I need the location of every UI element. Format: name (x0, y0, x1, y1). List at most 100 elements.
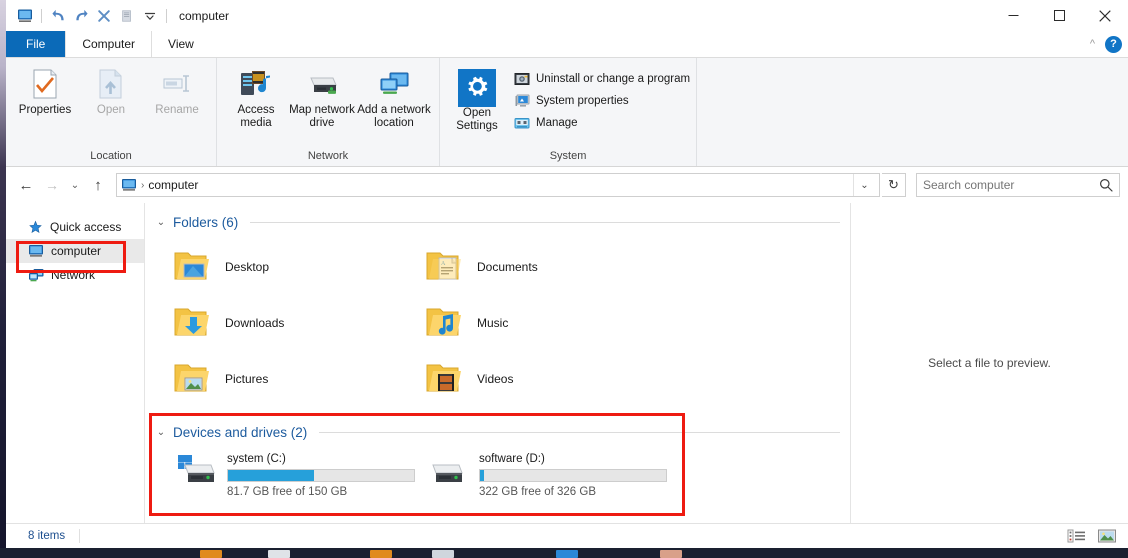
window-controls (990, 0, 1128, 31)
properties-button[interactable]: Properties (12, 63, 78, 117)
rename-button-label: Rename (155, 104, 198, 117)
map-network-drive-icon (304, 67, 340, 101)
address-dropdown-icon[interactable]: ⌄ (853, 174, 875, 196)
recent-locations-button[interactable]: ⌄ (66, 173, 84, 197)
access-media-button[interactable]: Access media (223, 63, 289, 130)
open-icon (96, 67, 126, 101)
open-button[interactable]: Open (78, 63, 144, 117)
preview-message: Select a file to preview. (928, 356, 1051, 370)
list-item-videos[interactable]: Videos (407, 351, 659, 407)
list-item-desktop[interactable]: Desktop (155, 239, 407, 295)
uninstall-program-button[interactable]: Uninstall or change a program (514, 71, 690, 87)
rename-button[interactable]: Rename (144, 63, 210, 117)
open-settings-button[interactable]: Open Settings (446, 63, 508, 133)
maximize-button[interactable] (1036, 0, 1082, 31)
ribbon-filler (697, 58, 1128, 166)
list-item-documents[interactable]: A Documents (407, 239, 659, 295)
system-commands-list: Uninstall or change a program (508, 63, 690, 131)
drives-group-title: Devices and drives (2) (173, 425, 307, 440)
drives-grid: system (C:) 81.7 GB free of 150 GB (155, 451, 850, 509)
devices-and-drives-group: ⌄ Devices and drives (2) (155, 421, 850, 509)
drive-d-label: software (D:) (479, 453, 667, 465)
computer-icon[interactable] (14, 5, 36, 27)
system-properties-label: System properties (536, 95, 629, 107)
address-bar: ← → ⌄ ↑ › computer ⌄ ↻ (6, 167, 1128, 203)
list-item-drive-c[interactable]: system (C:) 81.7 GB free of 150 GB (155, 451, 407, 509)
computer-icon (28, 243, 44, 259)
open-button-label: Open (97, 104, 125, 117)
drive-d-capacity-bar (479, 469, 667, 482)
customize-dropdown-icon[interactable] (139, 5, 161, 27)
sidebar-item-network[interactable]: Network (6, 263, 144, 287)
drive-c-capacity-bar (227, 469, 415, 482)
list-item-pictures-label: Pictures (225, 372, 268, 386)
undo-icon[interactable] (47, 5, 69, 27)
add-network-location-button[interactable]: Add a network location (355, 63, 433, 130)
delete-icon[interactable] (93, 5, 115, 27)
drive-c-free-text: 81.7 GB free of 150 GB (227, 486, 415, 498)
explorer-body: Quick access computer (6, 203, 1128, 523)
group-divider (319, 432, 840, 433)
chevron-down-icon[interactable]: ⌄ (155, 427, 167, 438)
refresh-button[interactable]: ↻ (882, 173, 906, 197)
search-input[interactable] (923, 178, 1099, 192)
address-field[interactable]: › computer ⌄ (116, 173, 880, 197)
tab-computer[interactable]: Computer (65, 31, 152, 57)
tab-file[interactable]: File (6, 31, 65, 57)
ribbon-group-location: Properties Open (6, 58, 217, 166)
chevron-down-icon[interactable]: ⌄ (155, 217, 167, 228)
sidebar-item-computer[interactable]: computer (6, 239, 144, 263)
taskbar-icon-6 (660, 550, 682, 558)
search-icon[interactable] (1099, 178, 1113, 192)
tab-view[interactable]: View (152, 31, 210, 57)
manage-button[interactable]: Manage (514, 115, 690, 131)
folder-videos-icon (425, 361, 465, 397)
file-list-pane: ⌄ Folders (6) Desktop (145, 203, 850, 523)
forward-button[interactable]: → (40, 173, 64, 197)
drives-group-header[interactable]: ⌄ Devices and drives (2) (155, 421, 850, 443)
large-icons-view-button[interactable] (1096, 527, 1118, 545)
add-network-location-icon (377, 67, 411, 101)
computer-icon[interactable] (121, 177, 137, 193)
settings-gear-icon (458, 69, 496, 107)
system-properties-button[interactable]: System properties (514, 93, 690, 109)
ribbon: Properties Open (6, 57, 1128, 167)
search-box[interactable] (916, 173, 1120, 197)
taskbar-icon-4 (432, 550, 454, 558)
list-item-drive-d[interactable]: software (D:) 322 GB free of 326 GB (407, 451, 659, 509)
folder-downloads-icon (173, 305, 213, 341)
sidebar-item-quick-access[interactable]: Quick access (6, 215, 144, 239)
map-network-drive-button[interactable]: Map network drive (289, 63, 355, 130)
sidebar-item-network-label: Network (51, 268, 95, 282)
properties-icon[interactable] (116, 5, 138, 27)
uninstall-icon (514, 71, 530, 87)
folder-music-icon (425, 305, 465, 341)
access-media-icon (239, 67, 273, 101)
folders-group-header[interactable]: ⌄ Folders (6) (155, 211, 850, 233)
collapse-ribbon-icon[interactable]: ^ (1090, 38, 1095, 50)
close-button[interactable] (1082, 0, 1128, 31)
up-button[interactable]: ↑ (86, 173, 110, 197)
group-divider (250, 222, 840, 223)
list-item-music[interactable]: Music (407, 295, 659, 351)
list-item-downloads[interactable]: Downloads (155, 295, 407, 351)
ribbon-tab-actions: ^ ? (1090, 31, 1122, 57)
breadcrumb-item-computer[interactable]: computer (148, 178, 198, 192)
minimize-button[interactable] (990, 0, 1036, 31)
sidebar-item-computer-label: computer (51, 244, 101, 258)
drive-c-label: system (C:) (227, 453, 415, 465)
list-item-pictures[interactable]: Pictures (155, 351, 407, 407)
list-item-documents-label: Documents (477, 260, 538, 274)
window-title: computer (179, 9, 229, 23)
details-view-button[interactable] (1066, 527, 1088, 545)
file-explorer-window: computer File Computer View ^ ? (6, 0, 1128, 548)
help-button[interactable]: ? (1105, 36, 1122, 53)
qat-divider-2 (166, 9, 167, 23)
back-button[interactable]: ← (14, 173, 38, 197)
list-item-desktop-label: Desktop (225, 260, 269, 274)
drive-icon (425, 451, 469, 491)
open-settings-button-label: Open Settings (446, 107, 508, 133)
properties-icon (30, 67, 60, 101)
redo-icon[interactable] (70, 5, 92, 27)
manage-label: Manage (536, 117, 578, 129)
